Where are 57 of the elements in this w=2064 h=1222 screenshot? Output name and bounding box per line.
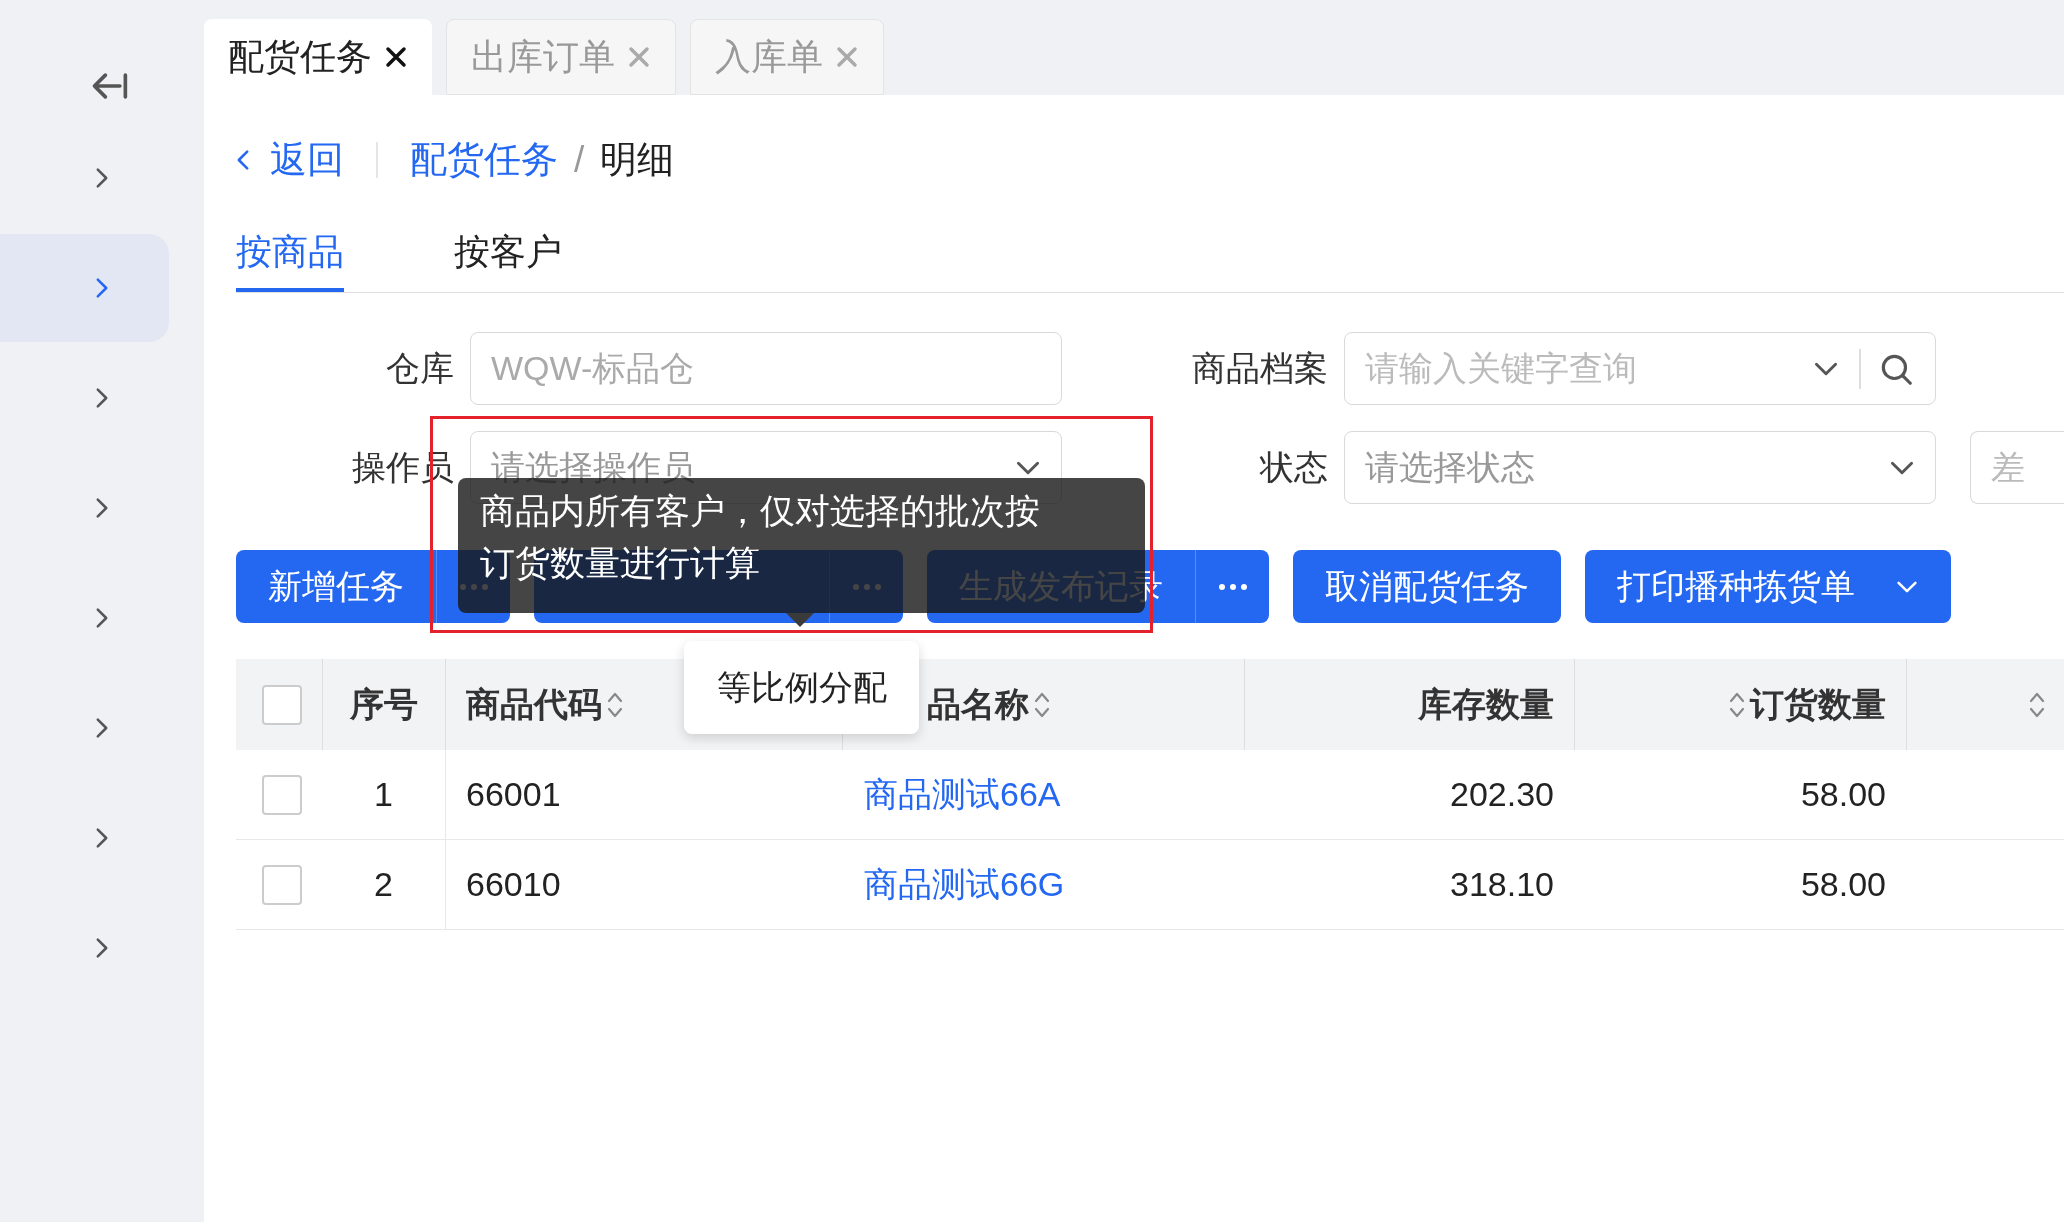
field-label: 商品档案: [1191, 348, 1329, 389]
more-button[interactable]: [1195, 550, 1269, 623]
action-button[interactable]: 取消配货任务: [1293, 550, 1561, 623]
tooltip-text: 订货数量进行计算: [480, 542, 761, 584]
more-icon: [1217, 582, 1248, 591]
page-tab[interactable]: 入库单: [690, 19, 884, 95]
chevron-down-icon: [1889, 459, 1915, 476]
product-link[interactable]: 商品测试66A: [864, 769, 1061, 820]
tooltip-arrow: [786, 613, 814, 627]
tab-label: 出库订单: [471, 35, 615, 79]
dropdown-button[interactable]: 打印播种拣货单: [1585, 550, 1951, 623]
chevron-right-icon: [94, 936, 109, 960]
sidebar-item[interactable]: [0, 234, 169, 342]
table-cell-text: 202.30: [1450, 774, 1554, 815]
table-cell-text: 2: [374, 864, 393, 905]
breadcrumb-separator: /: [574, 138, 585, 183]
chevron-right-icon: [94, 826, 109, 850]
column-header[interactable]: 品名称: [927, 679, 1029, 730]
chevron-right-icon: [94, 386, 109, 410]
view-tab[interactable]: 按商品: [236, 225, 344, 292]
breadcrumb-current: 明细: [600, 138, 675, 183]
page-tab[interactable]: 出库订单: [446, 19, 676, 95]
back-link[interactable]: 返回: [236, 132, 344, 188]
tab-label: 配货任务: [228, 35, 372, 79]
column-header[interactable]: 订货数量: [1750, 679, 1886, 730]
chevron-left-icon: [236, 148, 250, 172]
chevron-right-icon: [94, 716, 109, 740]
chevron-right-icon: [94, 276, 109, 300]
breadcrumb-link[interactable]: 配货任务: [410, 132, 558, 188]
table-cell-text: 58.00: [1800, 864, 1886, 905]
close-icon[interactable]: [384, 45, 408, 69]
product-link[interactable]: 商品测试66G: [864, 859, 1065, 910]
checkbox[interactable]: [262, 684, 302, 725]
checkbox[interactable]: [262, 864, 302, 905]
tab-label: 入库单: [715, 35, 823, 79]
table-cell-text: 1: [374, 774, 393, 815]
table-cell-text: 318.10: [1450, 864, 1554, 905]
chevron-down-icon: [1813, 360, 1839, 377]
page-tab[interactable]: 配货任务: [204, 19, 432, 95]
table-cell-text: 66010: [466, 864, 561, 905]
column-header[interactable]: 商品代码: [466, 679, 602, 730]
view-tab[interactable]: 按客户: [454, 225, 562, 292]
chevron-right-icon: [94, 166, 109, 190]
chevron-down-icon: [1015, 459, 1041, 476]
chevron-down-icon: [1895, 579, 1919, 594]
table-cell-text: 66001: [466, 774, 561, 815]
menu-item[interactable]: 等比例分配: [716, 662, 887, 713]
table-cell-text: 58.00: [1800, 774, 1886, 815]
field-label: 仓库: [385, 348, 455, 389]
column-header[interactable]: 库存数量: [1418, 679, 1554, 730]
column-header[interactable]: 序号: [350, 679, 418, 730]
field-label: 状态: [1258, 447, 1329, 488]
action-button[interactable]: 新增任务: [236, 550, 436, 623]
checkbox[interactable]: [262, 774, 302, 815]
select-field[interactable]: 请选择状态: [1344, 431, 1936, 504]
chevron-right-icon: [94, 606, 109, 630]
chevron-right-icon: [94, 496, 109, 520]
